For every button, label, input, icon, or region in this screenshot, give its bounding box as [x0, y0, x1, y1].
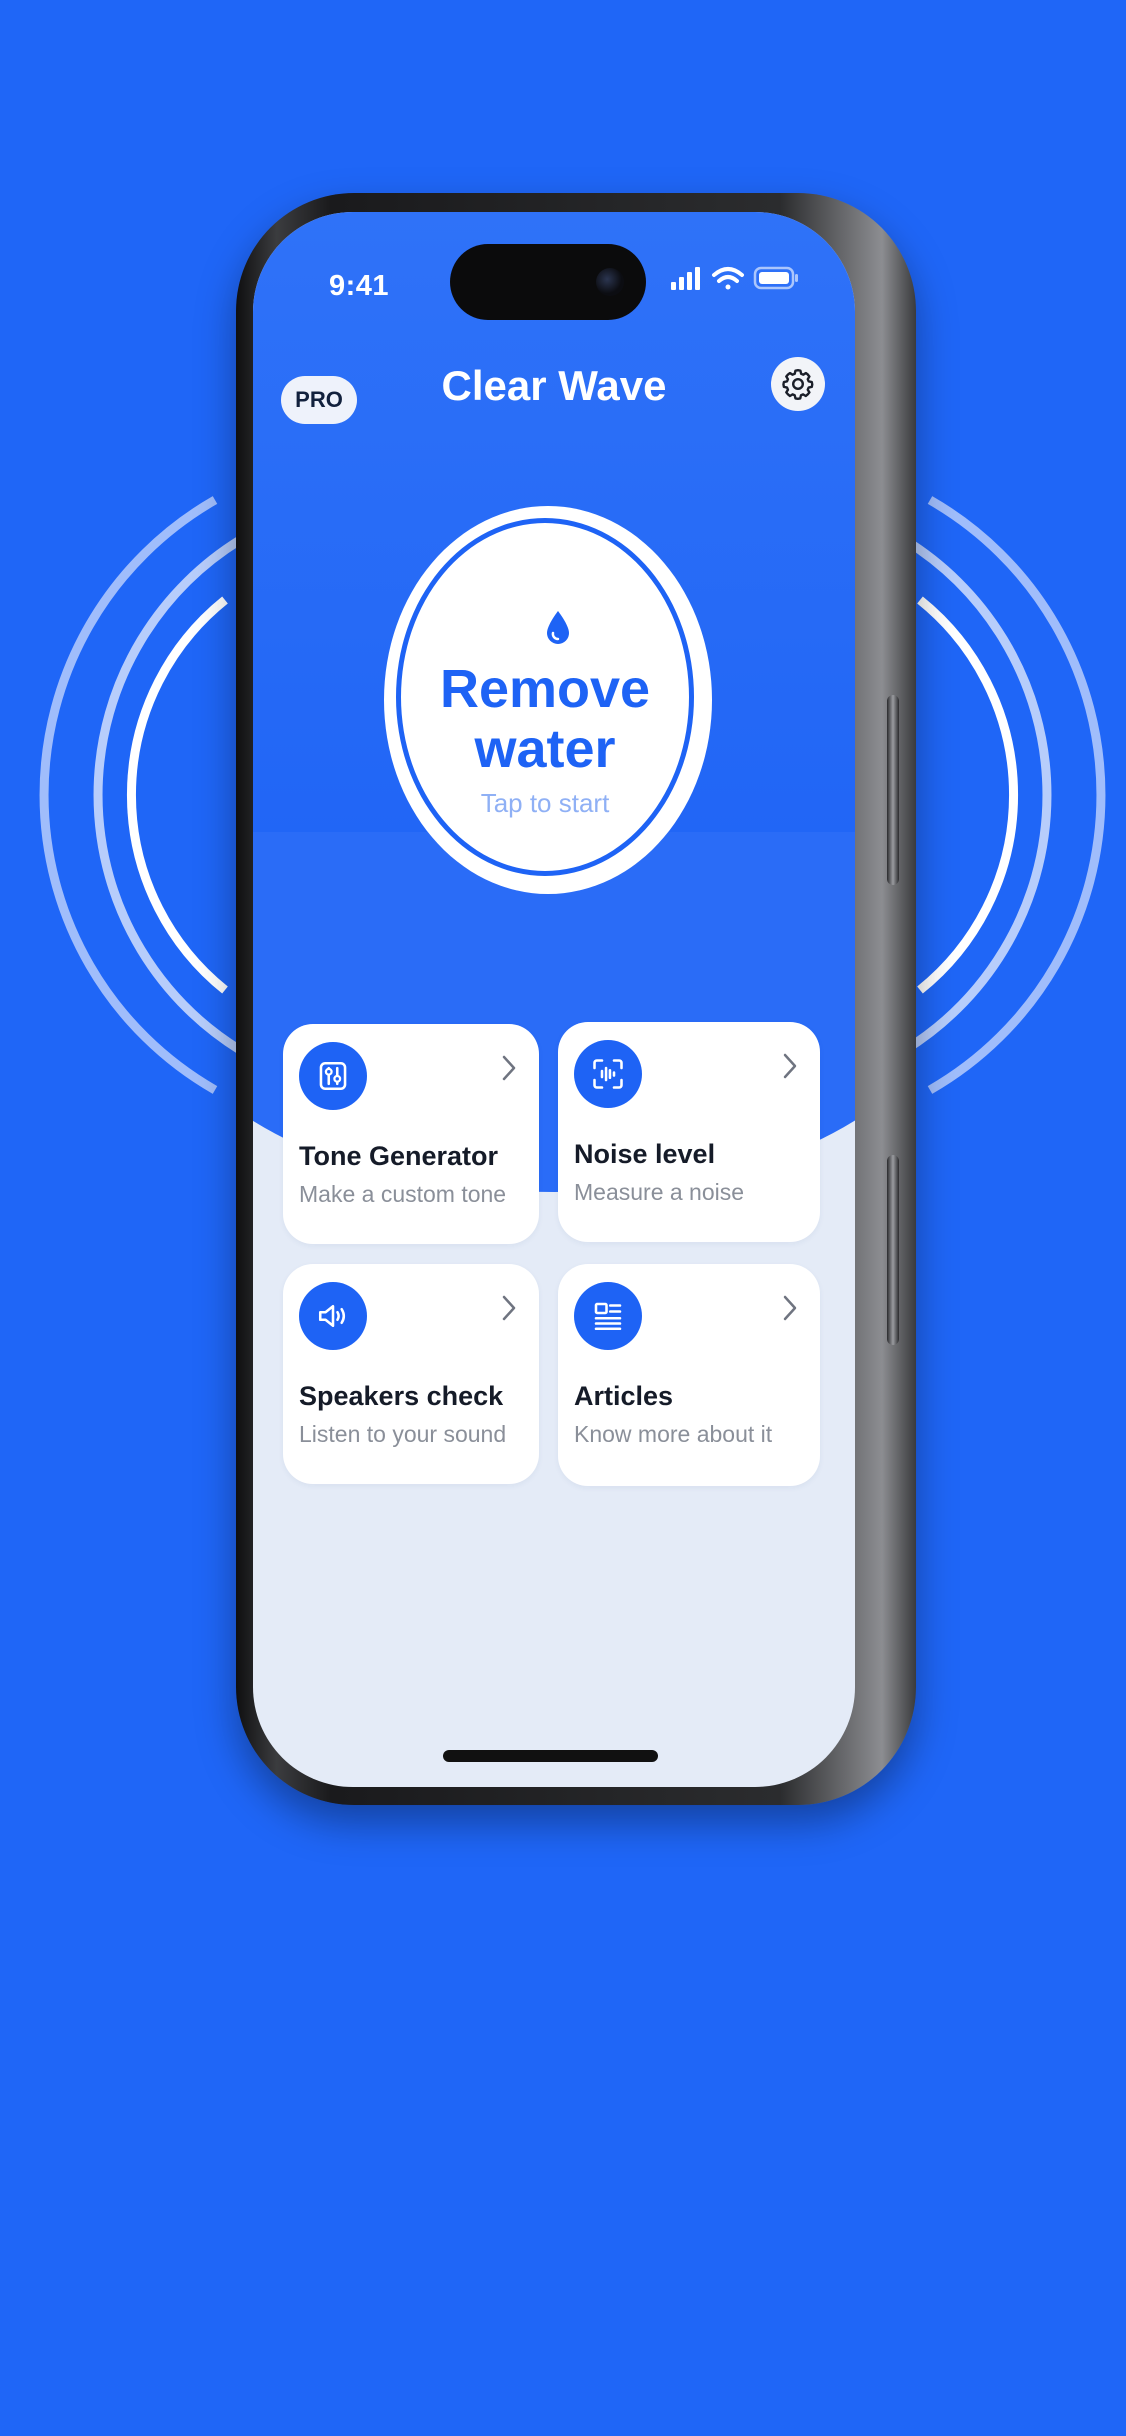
remove-water-title: Remove water: [401, 659, 689, 779]
speaker-icon: [318, 1304, 346, 1328]
remove-water-ring: Remove water Tap to start: [396, 518, 694, 876]
card-subtitle: Know more about it: [574, 1421, 773, 1447]
home-indicator[interactable]: [443, 1750, 658, 1762]
signal-icon: [671, 267, 700, 290]
soundwave-scan-icon: [593, 1059, 623, 1089]
status-time: 9:41: [329, 270, 390, 302]
chevron-right-icon: [502, 1055, 516, 1081]
status-icons: [671, 266, 798, 290]
card-title: Articles: [574, 1381, 674, 1411]
card-title: Tone Generator: [299, 1141, 499, 1171]
chevron-right-icon: [783, 1053, 797, 1079]
tone-generator-icon-badge: [299, 1042, 367, 1110]
sliders-icon: [319, 1061, 347, 1091]
speakers-check-card[interactable]: Speakers check Listen to your sound: [283, 1264, 539, 1484]
articles-icon-badge: [574, 1282, 642, 1350]
article-icon: [594, 1302, 622, 1331]
card-title: Noise level: [574, 1139, 716, 1169]
phone-side-button-lower: [887, 1155, 899, 1345]
card-subtitle: Make a custom tone: [299, 1181, 507, 1207]
articles-card[interactable]: Articles Know more about it: [558, 1264, 820, 1486]
front-camera: [596, 268, 624, 296]
tap-to-start-label: Tap to start: [480, 788, 610, 818]
phone-side-button-upper: [887, 695, 899, 885]
card-title: Speakers check: [299, 1381, 504, 1411]
remove-water-title-line2: water: [474, 719, 616, 779]
tone-generator-card[interactable]: Tone Generator Make a custom tone: [283, 1024, 539, 1244]
dynamic-island: [450, 244, 646, 320]
card-subtitle: Measure a noise: [574, 1179, 745, 1205]
remove-water-title-line1: Remove: [439, 659, 651, 719]
chevron-right-icon: [783, 1295, 797, 1321]
phone-screen: 9:41 PRO Clear Wave Remove water Tap to …: [253, 212, 855, 1787]
chevron-right-icon: [502, 1295, 516, 1321]
settings-button[interactable]: [771, 357, 825, 411]
battery-icon: [753, 266, 798, 290]
wifi-icon: [712, 267, 744, 290]
speakers-check-icon-badge: [299, 1282, 367, 1350]
water-drop-icon: [547, 611, 569, 644]
card-subtitle: Listen to your sound: [299, 1421, 507, 1447]
noise-level-icon-badge: [574, 1040, 642, 1108]
gear-icon: [782, 369, 814, 401]
remove-water-button[interactable]: Remove water Tap to start: [384, 506, 712, 894]
app-title: Clear Wave: [441, 362, 667, 409]
noise-level-card[interactable]: Noise level Measure a noise: [558, 1022, 820, 1242]
